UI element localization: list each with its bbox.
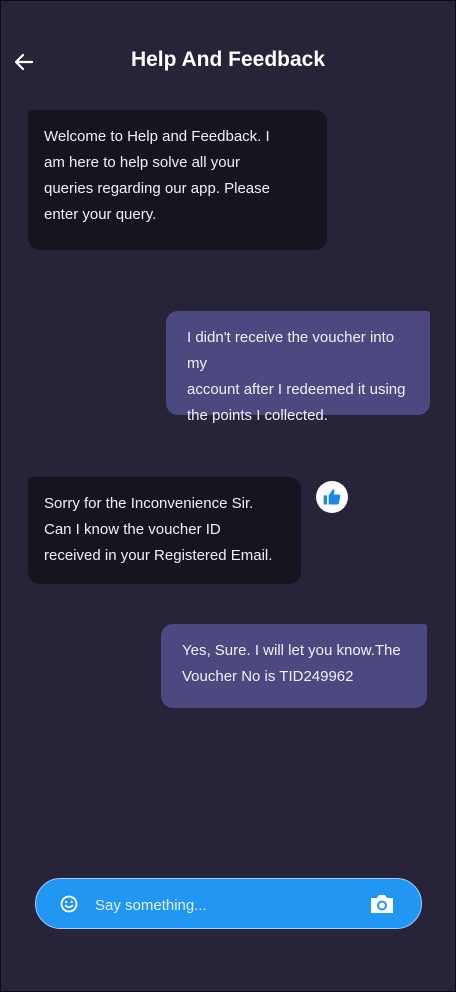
thumbs-up-icon[interactable] — [316, 481, 348, 513]
bot-message: Welcome to Help and Feedback. I am here … — [28, 110, 327, 250]
message-composer — [35, 878, 422, 929]
message-line: am here to help solve all your — [44, 154, 240, 171]
camera-icon[interactable] — [369, 893, 395, 915]
message-line: Can I know the voucher ID — [44, 521, 221, 538]
message-line: Yes, Sure. I will let you know.The — [182, 642, 401, 659]
user-message: Yes, Sure. I will let you know.The Vouch… — [161, 624, 427, 708]
message-line: queries regarding our app. Please — [44, 180, 270, 197]
message-line: Sorry for the Inconvenience Sir. — [44, 495, 254, 512]
message-line: Voucher No is TID249962 — [182, 668, 354, 685]
message-line: account after I redeemed it using — [187, 381, 406, 398]
message-line: the points I collected. — [187, 407, 328, 424]
message-line: received in your Registered Email. — [44, 547, 273, 564]
message-line: Welcome to Help and Feedback. I — [44, 128, 270, 145]
message-input[interactable] — [93, 891, 357, 919]
bot-message: Sorry for the Inconvenience Sir. Can I k… — [28, 477, 301, 584]
user-message: I didn't receive the voucher into my acc… — [166, 311, 430, 424]
message-line: enter your query. — [44, 206, 157, 223]
message-line: I didn't receive the voucher into my — [187, 329, 395, 372]
smiley-icon[interactable] — [59, 894, 79, 914]
page-title: Help And Feedback — [130, 48, 326, 71]
